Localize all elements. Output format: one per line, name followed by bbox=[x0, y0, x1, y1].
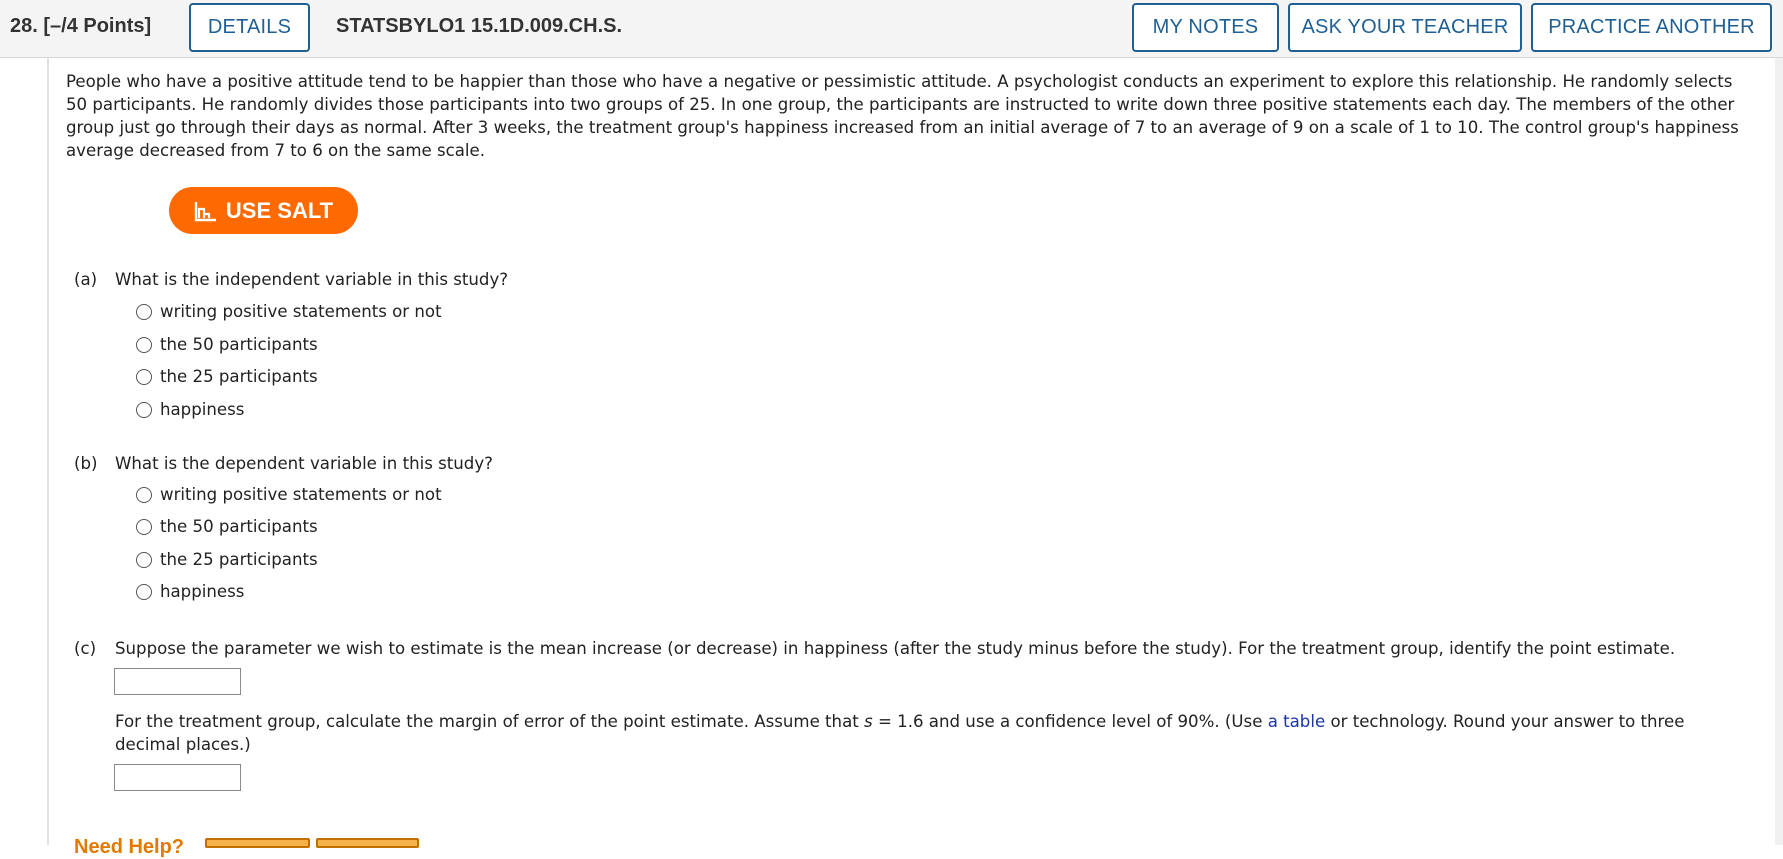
part-a-label: (a) bbox=[74, 270, 98, 289]
part-c-question: (c) Suppose the parameter we wish to esti… bbox=[74, 638, 1764, 660]
radio-button[interactable] bbox=[136, 584, 152, 600]
watch-it-button[interactable] bbox=[316, 838, 419, 848]
radio-button[interactable] bbox=[136, 519, 152, 535]
option-label: writing positive statements or not bbox=[160, 485, 442, 504]
practice-another-button[interactable]: PRACTICE ANOTHER bbox=[1531, 3, 1772, 52]
need-help-label: Need Help? bbox=[74, 836, 185, 858]
read-it-button[interactable] bbox=[205, 838, 310, 848]
radio-button[interactable] bbox=[136, 487, 152, 503]
part-c-label: (c) bbox=[74, 639, 97, 658]
margin-of-error-input[interactable] bbox=[114, 764, 241, 791]
left-margin-rule bbox=[47, 58, 49, 845]
details-button[interactable]: DETAILS bbox=[189, 3, 310, 52]
margin-of-error-instructions: For the treatment group, calculate the m… bbox=[115, 710, 1755, 756]
part-a-question: (a) What is the independent variable in t… bbox=[74, 269, 508, 291]
part-a-option[interactable]: the 50 participants bbox=[136, 334, 318, 356]
my-notes-button[interactable]: MY NOTES bbox=[1132, 3, 1279, 52]
part-a-option[interactable]: happiness bbox=[136, 399, 244, 421]
option-label: happiness bbox=[160, 400, 245, 419]
question-points-label: 28. [–/4 Points] bbox=[10, 15, 152, 37]
part-b-option[interactable]: writing positive statements or not bbox=[136, 484, 442, 506]
part-c-text: Suppose the parameter we wish to estimat… bbox=[115, 639, 1676, 658]
point-estimate-input[interactable] bbox=[114, 668, 241, 695]
problem-statement: People who have a positive attitude tend… bbox=[66, 72, 1739, 160]
option-label: the 50 participants bbox=[160, 517, 318, 536]
option-label: the 25 participants bbox=[160, 367, 318, 386]
radio-button[interactable] bbox=[136, 369, 152, 385]
salt-chart-icon bbox=[194, 201, 216, 221]
part-b-question: (b) What is the dependent variable in thi… bbox=[74, 453, 493, 475]
option-label: the 25 participants bbox=[160, 550, 318, 569]
part-b-option[interactable]: happiness bbox=[136, 581, 244, 603]
part-a-option[interactable]: the 25 participants bbox=[136, 366, 318, 388]
table-link[interactable]: a table bbox=[1268, 712, 1325, 731]
option-label: writing positive statements or not bbox=[160, 302, 442, 321]
use-salt-label: USE SALT bbox=[225, 197, 334, 223]
part-b-label: (b) bbox=[74, 454, 98, 473]
part-b-option[interactable]: the 25 participants bbox=[136, 549, 318, 571]
part-b-text: What is the dependent variable in this s… bbox=[115, 454, 493, 473]
margin-text-mid: = 1.6 and use a confidence level of 90%.… bbox=[872, 712, 1268, 731]
use-salt-button[interactable]: USE SALT bbox=[169, 187, 358, 234]
question-id: STATSBYLO1 15.1D.009.CH.S. bbox=[336, 15, 623, 37]
question-header: 28. [–/4 Points] DETAILS STATSBYLO1 15.1… bbox=[0, 0, 1783, 58]
part-a-text: What is the independent variable in this… bbox=[115, 270, 509, 289]
option-label: happiness bbox=[160, 582, 245, 601]
margin-text-prefix: For the treatment group, calculate the m… bbox=[115, 712, 865, 731]
radio-button[interactable] bbox=[136, 552, 152, 568]
option-label: the 50 participants bbox=[160, 335, 318, 354]
part-a-option[interactable]: writing positive statements or not bbox=[136, 301, 442, 323]
radio-button[interactable] bbox=[136, 402, 152, 418]
radio-button[interactable] bbox=[136, 337, 152, 353]
scrollbar[interactable] bbox=[1775, 58, 1783, 845]
margin-variable: s bbox=[864, 712, 873, 731]
radio-button[interactable] bbox=[136, 304, 152, 320]
part-b-option[interactable]: the 50 participants bbox=[136, 516, 318, 538]
ask-teacher-button[interactable]: ASK YOUR TEACHER bbox=[1288, 3, 1522, 52]
